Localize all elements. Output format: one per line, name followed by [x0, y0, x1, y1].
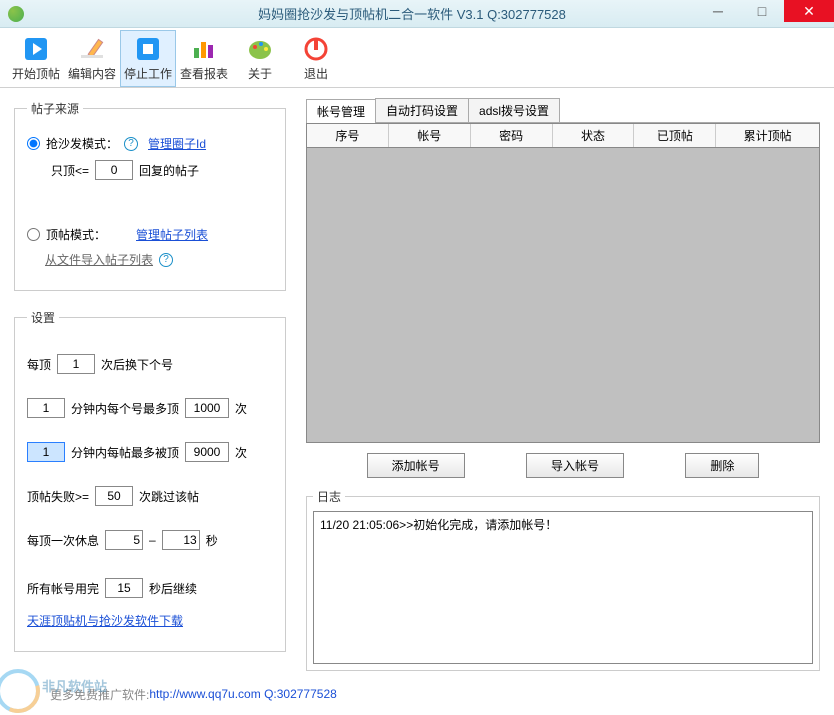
settings-legend: 设置 — [27, 309, 59, 326]
rest-a-input[interactable] — [105, 530, 143, 550]
col-status: 状态 — [553, 124, 635, 147]
all-input[interactable] — [105, 578, 143, 598]
exit-button[interactable]: 退出 — [288, 30, 344, 87]
per-min-b-input[interactable] — [185, 398, 229, 418]
toolbar: 开始顶帖 编辑内容 停止工作 查看报表 关于 退出 — [0, 28, 834, 88]
only-top-suffix: 回复的帖子 — [139, 162, 199, 179]
per-post-b-input[interactable] — [185, 442, 229, 462]
tabs: 帐号管理 自动打码设置 adsl拨号设置 — [306, 98, 820, 123]
footer: 更多免费推广软件: http://www.qq7u.com Q:30277752… — [0, 679, 834, 709]
power-icon — [302, 35, 330, 63]
col-password: 密码 — [471, 124, 553, 147]
source-legend: 帖子来源 — [27, 100, 83, 117]
import-account-button[interactable]: 导入帐号 — [526, 453, 624, 478]
col-account: 帐号 — [389, 124, 471, 147]
per-post-a-input[interactable] — [27, 442, 65, 462]
top-mode-radio[interactable] — [27, 228, 40, 241]
per-min-a-input[interactable] — [27, 398, 65, 418]
settings-group: 设置 每顶 次后换下个号 分钟内每个号最多顶 次 分钟内每帖最多被顶 次 — [14, 309, 286, 652]
col-index: 序号 — [307, 124, 389, 147]
fail-input[interactable] — [95, 486, 133, 506]
start-button[interactable]: 开始顶帖 — [8, 30, 64, 87]
log-line: 11/20 21:05:06>>初始化完成，请添加帐号！ — [320, 516, 806, 533]
sofa-mode-radio[interactable] — [27, 137, 40, 150]
grid-body[interactable] — [307, 148, 819, 442]
only-top-prefix: 只顶<= — [51, 162, 89, 179]
play-icon — [22, 35, 50, 63]
account-grid[interactable]: 序号 帐号 密码 状态 已顶帖 累计顶帖 — [306, 123, 820, 443]
grid-header: 序号 帐号 密码 状态 已顶帖 累计顶帖 — [307, 124, 819, 148]
about-button[interactable]: 关于 — [232, 30, 288, 87]
source-group: 帖子来源 抢沙发模式： ? 管理圈子Id 只顶<= 回复的帖子 顶帖模式： 管理… — [14, 100, 286, 291]
manage-posts-link[interactable]: 管理帖子列表 — [136, 226, 208, 243]
palette-icon — [246, 35, 274, 63]
log-legend: 日志 — [313, 488, 345, 505]
stop-icon — [134, 35, 162, 63]
sofa-mode-label: 抢沙发模式： — [46, 135, 118, 152]
add-account-button[interactable]: 添加帐号 — [367, 453, 465, 478]
footer-link[interactable]: http://www.qq7u.com Q:302777528 — [149, 687, 336, 701]
delete-button[interactable]: 删除 — [685, 453, 759, 478]
help-icon[interactable]: ? — [124, 137, 138, 151]
stop-button[interactable]: 停止工作 — [120, 30, 176, 87]
minimize-button[interactable]: ─ — [696, 0, 740, 22]
edit-button[interactable]: 编辑内容 — [64, 30, 120, 87]
title-bar: 妈妈圈抢沙发与顶帖机二合一软件 V3.1 Q:302777528 ─ □ ✕ — [0, 0, 834, 28]
tab-captcha[interactable]: 自动打码设置 — [375, 98, 469, 122]
chart-icon — [190, 35, 218, 63]
only-top-input[interactable] — [95, 160, 133, 180]
help-icon[interactable]: ? — [159, 253, 173, 267]
col-total: 累计顶帖 — [716, 124, 819, 147]
rest-b-input[interactable] — [162, 530, 200, 550]
maximize-button[interactable]: □ — [740, 0, 784, 22]
log-box[interactable]: 11/20 21:05:06>>初始化完成，请添加帐号！ — [313, 511, 813, 664]
col-topped: 已顶帖 — [634, 124, 716, 147]
top-mode-label: 顶帖模式： — [46, 226, 106, 243]
close-button[interactable]: ✕ — [784, 0, 834, 22]
manage-circle-link[interactable]: 管理圈子Id — [148, 135, 206, 152]
report-button[interactable]: 查看报表 — [176, 30, 232, 87]
download-link[interactable]: 天涯顶贴机与抢沙发软件下载 — [27, 612, 183, 629]
per-top-input[interactable] — [57, 354, 95, 374]
tab-account[interactable]: 帐号管理 — [306, 99, 376, 123]
tab-adsl[interactable]: adsl拨号设置 — [468, 98, 560, 122]
log-group: 日志 11/20 21:05:06>>初始化完成，请添加帐号！ — [306, 488, 820, 671]
import-file-link[interactable]: 从文件导入帖子列表 — [45, 251, 153, 268]
pencil-icon — [78, 35, 106, 63]
